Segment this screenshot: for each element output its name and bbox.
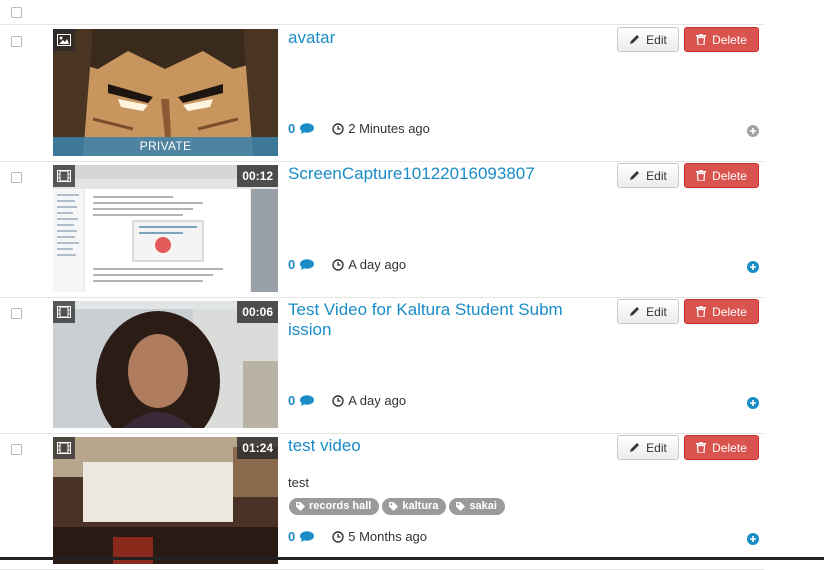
comment-bubble-icon (300, 395, 315, 406)
comment-bubble-icon (300, 531, 315, 542)
entry-thumbnail[interactable]: 01:24 (53, 437, 278, 564)
tag-icon (389, 502, 399, 511)
video-type-icon (53, 437, 75, 459)
edit-button-label: Edit (646, 304, 667, 319)
pencil-icon (630, 171, 640, 180)
entry-time: 2 Minutes ago (348, 121, 430, 136)
edit-button-label: Edit (646, 168, 667, 183)
comment-bubble-icon (300, 259, 315, 270)
edit-button[interactable]: Edit (617, 27, 679, 52)
expand-plus-icon[interactable] (747, 397, 759, 409)
clock-icon (332, 530, 344, 543)
delete-button[interactable]: Delete (684, 27, 759, 52)
entry-thumbnail[interactable]: PRIVATE (53, 29, 278, 156)
comment-bubble-icon (300, 123, 315, 134)
edit-button[interactable]: Edit (617, 163, 679, 188)
edit-button-label: Edit (646, 32, 667, 47)
tag-icon (296, 502, 305, 511)
delete-button-label: Delete (712, 168, 747, 183)
pencil-icon (630, 307, 640, 316)
delete-button[interactable]: Delete (684, 163, 759, 188)
tag-item[interactable]: kaltura (382, 498, 447, 515)
entry-title-link[interactable]: Test Video for Kaltura Student Submissio… (288, 300, 563, 340)
entry-title-link[interactable]: test video (288, 436, 563, 456)
video-type-icon (53, 301, 75, 323)
tag-icon (456, 502, 466, 511)
image-type-icon (53, 29, 75, 51)
pencil-icon (630, 443, 640, 452)
delete-button-label: Delete (712, 32, 747, 47)
comment-count[interactable]: 0 (288, 121, 295, 136)
entry-meta: 0 2 Minutes ago (288, 121, 430, 136)
video-type-icon (53, 165, 75, 187)
entry-checkbox[interactable] (11, 308, 22, 319)
expand-plus-icon[interactable] (747, 533, 759, 545)
duration-badge: 01:24 (237, 437, 278, 459)
delete-button-label: Delete (712, 304, 747, 319)
tag-label: kaltura (402, 500, 439, 512)
duration-badge: 00:12 (237, 165, 278, 187)
tag-list: records hall kaltura sakai (289, 498, 505, 515)
private-label: PRIVATE (53, 137, 278, 156)
select-all-checkbox[interactable] (11, 7, 22, 18)
entry-checkbox[interactable] (11, 36, 22, 47)
entry-thumbnail[interactable]: 00:06 (53, 301, 278, 428)
comment-count[interactable]: 0 (288, 393, 295, 408)
list-header-row (0, 0, 764, 25)
entry-description: test (288, 475, 309, 490)
edit-button-label: Edit (646, 440, 667, 455)
clock-icon (332, 394, 344, 407)
entry-time: A day ago (348, 257, 407, 272)
entry-meta: 0 A day ago (288, 257, 406, 272)
trash-icon (696, 442, 707, 453)
comment-count[interactable]: 0 (288, 529, 295, 544)
delete-button[interactable]: Delete (684, 435, 759, 460)
tag-item[interactable]: sakai (449, 498, 505, 515)
entry-time: A day ago (348, 393, 407, 408)
trash-icon (696, 306, 707, 317)
entry-checkbox[interactable] (11, 444, 22, 455)
edit-button[interactable]: Edit (617, 435, 679, 460)
clock-icon (332, 122, 344, 135)
entry-title-link[interactable]: ScreenCapture10122016093807 (288, 164, 563, 184)
duration-badge: 00:06 (237, 301, 278, 323)
tag-label: sakai (469, 500, 497, 512)
clock-icon (332, 258, 344, 271)
comment-count[interactable]: 0 (288, 257, 295, 272)
delete-button-label: Delete (712, 440, 747, 455)
entry-meta: 0 5 Months ago (288, 529, 427, 544)
tag-label: records hall (309, 500, 372, 512)
expand-plus-icon[interactable] (747, 261, 759, 273)
pencil-icon (630, 35, 640, 44)
entry-time: 5 Months ago (348, 529, 428, 544)
entry-title-link[interactable]: avatar (288, 28, 563, 48)
delete-button[interactable]: Delete (684, 299, 759, 324)
media-entry-row: PRIVATE avatar 0 2 Minutes ago Edit Dele… (0, 25, 764, 162)
entry-thumbnail[interactable]: 00:12 (53, 165, 278, 292)
tag-item[interactable]: records hall (289, 498, 380, 515)
media-entry-row: 00:06 Test Video for Kaltura Student Sub… (0, 297, 764, 434)
trash-icon (696, 34, 707, 45)
entry-meta: 0 A day ago (288, 393, 406, 408)
edit-button[interactable]: Edit (617, 299, 679, 324)
expand-plus-icon[interactable] (747, 125, 759, 137)
media-entry-row: 01:24 test video test records hall kaltu… (0, 433, 764, 570)
entry-checkbox[interactable] (11, 172, 22, 183)
media-entry-row: 00:12 ScreenCapture10122016093807 0 A da… (0, 161, 764, 298)
trash-icon (696, 170, 707, 181)
